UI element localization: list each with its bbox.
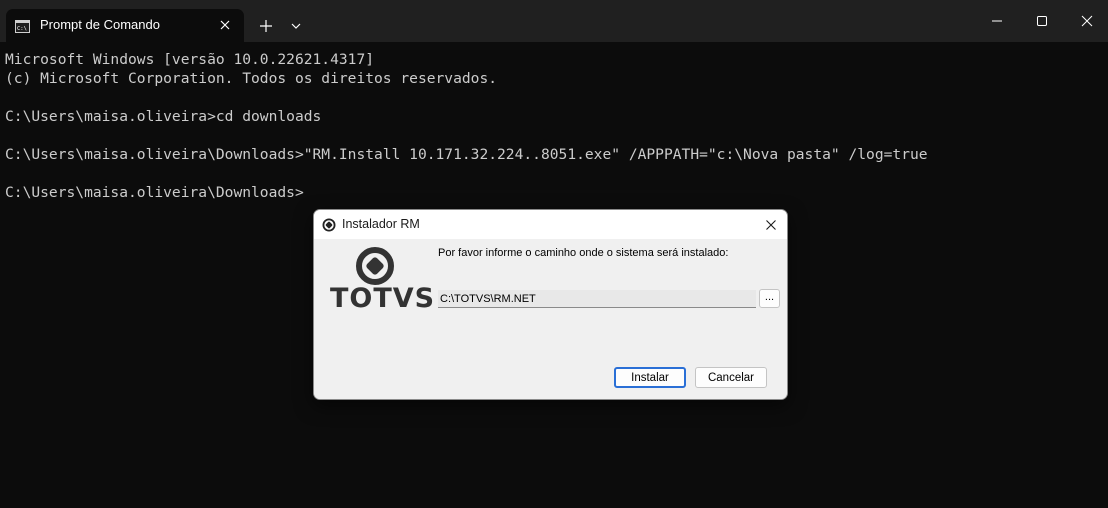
dialog-title: Instalador RM: [342, 217, 420, 231]
totvs-logo-icon: [355, 246, 395, 286]
cancel-button[interactable]: Cancelar: [695, 367, 767, 388]
console-line: Microsoft Windows [versão 10.0.22621.431…: [5, 51, 375, 68]
cmd-icon: C:\: [15, 18, 30, 33]
installer-app-icon: [322, 217, 336, 232]
new-tab-plus-icon[interactable]: [254, 14, 278, 38]
minimize-icon[interactable]: [974, 0, 1020, 42]
tab-dropdown-chevron-down-icon[interactable]: [284, 14, 308, 38]
installer-dialog: Instalador RM TOTVS Por favor informe o …: [313, 209, 788, 400]
tab-title: Prompt de Comando: [40, 17, 160, 32]
dialog-body: TOTVS Por favor informe o caminho onde o…: [314, 239, 787, 399]
tab-prompt-de-comando[interactable]: C:\ Prompt de Comando: [6, 9, 244, 42]
svg-text:C:\: C:\: [17, 26, 27, 32]
title-bar: C:\ Prompt de Comando: [0, 0, 1108, 42]
terminal-window: C:\ Prompt de Comando Microsoft Windows …: [0, 0, 1108, 508]
install-button[interactable]: Instalar: [614, 367, 686, 388]
totvs-logo-text: TOTVS: [330, 283, 436, 314]
console-line: C:\Users\maisa.oliveira>cd downloads: [5, 108, 322, 125]
maximize-icon[interactable]: [1019, 0, 1065, 42]
install-path-prompt: Por favor informe o caminho onde o siste…: [438, 247, 729, 259]
tab-close-icon[interactable]: [215, 15, 235, 35]
dialog-title-bar: Instalador RM: [314, 210, 787, 239]
dialog-close-icon[interactable]: [760, 214, 782, 236]
console-line: (c) Microsoft Corporation. Todos os dire…: [5, 70, 498, 87]
window-close-icon[interactable]: [1064, 0, 1108, 42]
install-path-input[interactable]: [438, 290, 756, 308]
console-line: C:\Users\maisa.oliveira\Downloads>: [5, 184, 304, 201]
console-line: C:\Users\maisa.oliveira\Downloads>"RM.In…: [5, 146, 928, 163]
browse-button[interactable]: ...: [759, 289, 780, 308]
